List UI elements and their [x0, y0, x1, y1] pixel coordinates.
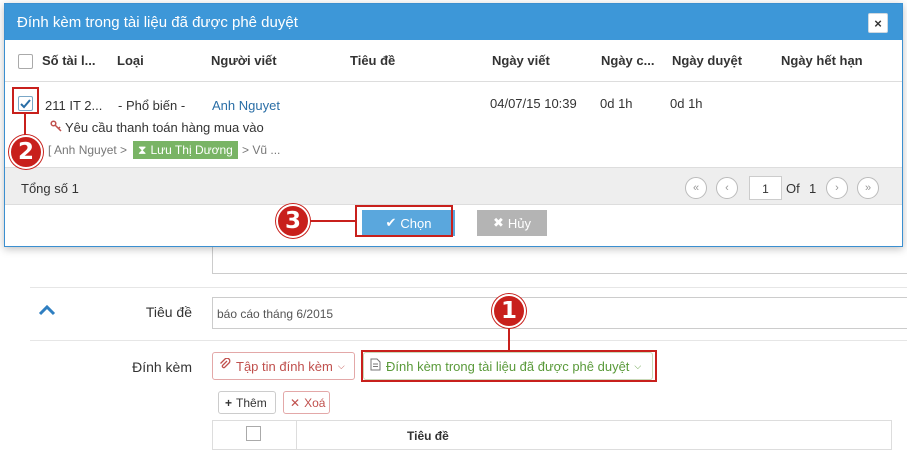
doc-written-date: 04/07/15 10:39 [490, 96, 577, 111]
doc-author[interactable]: Anh Nguyet [212, 98, 280, 113]
doc-number: 211 IT 2... [45, 98, 103, 113]
key-icon [50, 120, 62, 135]
delete-button[interactable]: ✕ Xoá [283, 391, 330, 414]
cancel-button[interactable]: ✖ Hủy [477, 210, 547, 236]
chevron-left-icon: ‹ [725, 182, 729, 194]
annotation-badge-1: 1 [492, 294, 526, 328]
select-all-checkbox[interactable] [18, 54, 33, 69]
col-type[interactable]: Loại [117, 53, 144, 68]
add-button[interactable]: + Thêm [218, 391, 276, 414]
col-written[interactable]: Ngày viết [492, 53, 550, 68]
close-button[interactable]: × [868, 13, 888, 33]
dialog-title: Đính kèm trong tài liệu đã được phê duyệ… [17, 13, 298, 31]
workflow-end: > Vũ ... [242, 143, 281, 157]
annotation-box-2 [12, 87, 39, 114]
annotation-box-1 [361, 350, 657, 382]
grid-header: Số tài l... Loại Người viết Tiêu đề Ngày… [5, 40, 902, 82]
of-label: Of [786, 181, 800, 196]
dialog-header: Đính kèm trong tài liệu đã được phê duyệ… [5, 4, 902, 40]
attach-file-button[interactable]: Tập tin đính kèm ⌵ [212, 352, 355, 380]
title-input[interactable]: báo cáo tháng 6/2015 [212, 297, 907, 329]
workflow-current-chip: ⧗ Lưu Thị Dương [133, 141, 238, 159]
col-number[interactable]: Số tài l... [42, 53, 95, 68]
prev-page-button[interactable]: ‹ [716, 177, 738, 199]
attachment-table: Tiêu đề [212, 420, 892, 450]
doc-subject: Yêu cầu thanh toán hàng mua vào [65, 120, 264, 135]
attach-label: Đính kèm [132, 359, 192, 375]
col-6[interactable]: Ngày c... [601, 53, 654, 68]
grid-footer: Tổng số 1 « ‹ 1 Of 1 › » [5, 167, 902, 205]
attachment-title-header: Tiêu đề [407, 429, 449, 443]
col-title[interactable]: Tiêu đề [350, 53, 395, 68]
col-approved[interactable]: Ngày duyệt [672, 53, 742, 68]
approved-docs-dialog: Đính kèm trong tài liệu đã được phê duyệ… [4, 3, 903, 247]
col-author[interactable]: Người viết [211, 53, 277, 68]
annotation-line-3 [308, 220, 355, 222]
table-row[interactable]: 211 IT 2... - Phổ biến - Anh Nguyet 04/0… [5, 83, 902, 167]
last-page-button[interactable]: » [857, 177, 879, 199]
doc-col6: 0d 1h [600, 96, 633, 111]
page-number-input[interactable]: 1 [749, 176, 782, 200]
first-page-button[interactable]: « [685, 177, 707, 199]
double-chevron-right-icon: » [864, 182, 872, 194]
column-divider [296, 421, 297, 450]
select-all-checkbox[interactable] [246, 426, 261, 441]
next-page-button[interactable]: › [826, 177, 848, 199]
row-divider [30, 287, 907, 288]
attach-file-label: Tập tin đính kèm [236, 358, 333, 374]
paperclip-icon [219, 357, 231, 374]
chevron-right-icon: › [835, 182, 839, 194]
title-label: Tiêu đề [145, 304, 192, 320]
doc-approved: 0d 1h [670, 96, 703, 111]
annotation-line-2 [24, 114, 26, 136]
total-pages: 1 [809, 181, 817, 196]
total-count: Tổng số 1 [21, 181, 79, 196]
hourglass-icon: ⧗ [138, 142, 147, 157]
add-label: Thêm [236, 395, 267, 410]
close-icon: ✕ [290, 395, 301, 410]
delete-label: Xoá [304, 395, 326, 410]
double-chevron-left-icon: « [692, 182, 700, 194]
close-icon: ✖ [492, 215, 504, 230]
workflow-start: [ Anh Nguyet > [48, 143, 128, 157]
cancel-label: Hủy [507, 215, 532, 231]
close-icon: × [874, 15, 882, 31]
chevron-up-icon[interactable] [38, 304, 56, 316]
row-divider [30, 340, 907, 341]
annotation-badge-3: 3 [276, 204, 310, 238]
annotation-line-1 [508, 326, 510, 350]
annotation-box-3 [355, 205, 453, 237]
annotation-badge-2: 2 [9, 135, 43, 169]
chevron-down-icon: ⌵ [337, 360, 345, 371]
doc-type: - Phổ biến - [118, 98, 186, 113]
plus-icon: + [225, 395, 233, 410]
col-expiry[interactable]: Ngày hết hạn [781, 53, 863, 68]
workflow-current: Lưu Thị Dương [150, 143, 233, 157]
